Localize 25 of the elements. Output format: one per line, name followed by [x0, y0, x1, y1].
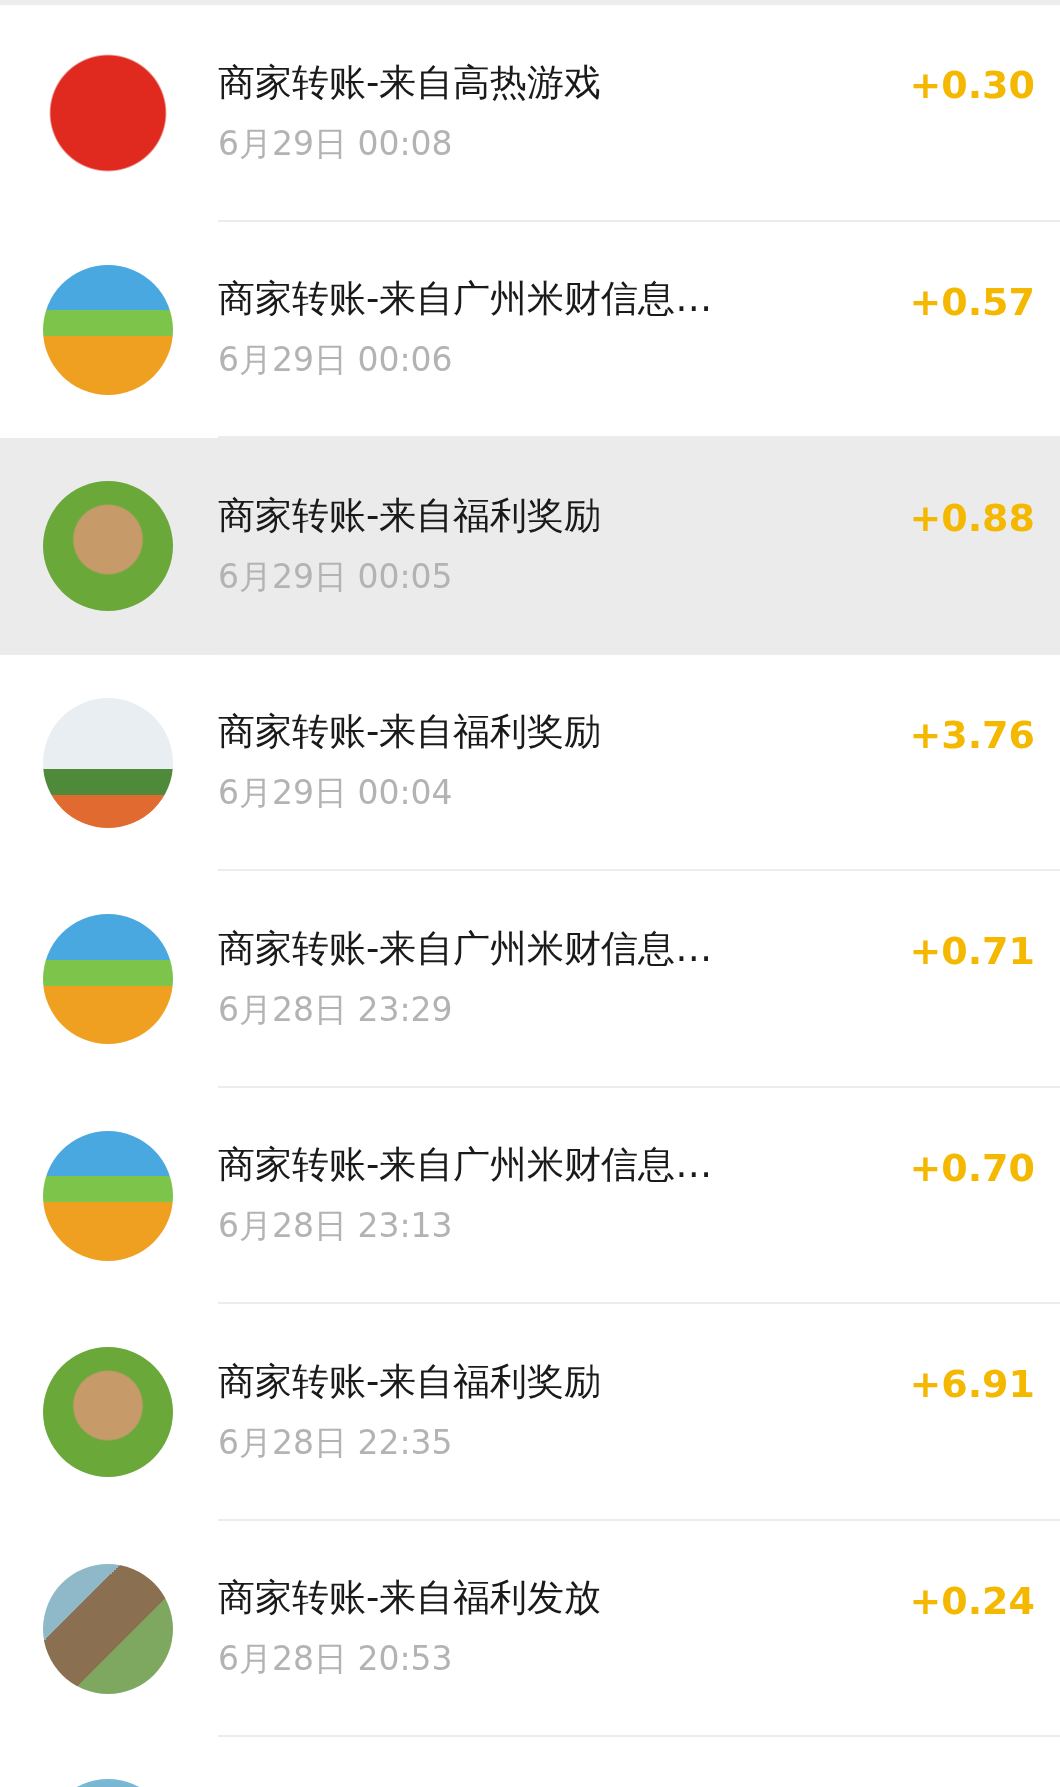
- transaction-amount: +0.88: [909, 496, 1035, 540]
- transaction-time: 6月28日 23:13: [218, 1205, 454, 1248]
- transaction-title: 商家转账-来自福利奖励: [218, 492, 602, 539]
- transaction-time: 6月29日 00:06: [218, 339, 454, 382]
- transaction-time: 6月28日 20:53: [218, 1638, 454, 1681]
- transaction-time: 6月29日 00:08: [218, 122, 454, 165]
- transaction-title: 商家转账-来自高热游戏: [218, 59, 602, 106]
- transaction-row[interactable]: 商家转账-来自福利奖励 6月29日 00:05 +0.88: [0, 438, 1060, 655]
- transaction-amount: +0.57: [909, 279, 1035, 324]
- transaction-time: 6月29日 00:05: [218, 555, 454, 598]
- transaction-title: 商家转账-来自福利发放: [218, 1575, 602, 1622]
- transaction-title: 商家转账-来自广州米财信息…: [218, 925, 713, 972]
- transaction-amount: +0.71: [909, 929, 1035, 973]
- transaction-amount: +0.24: [909, 1578, 1035, 1623]
- transaction-title: 商家转账-来自福利奖励: [218, 709, 602, 756]
- transaction-time: 6月28日 23:29: [218, 988, 454, 1031]
- transaction-amount: +3.76: [909, 712, 1035, 757]
- transaction-amount: +0.70: [909, 1145, 1035, 1190]
- transaction-amount: +6.91: [909, 1362, 1035, 1406]
- transaction-title: 商家转账-来自广州米财信息…: [218, 276, 713, 323]
- transaction-title: 商家转账-来自福利奖励: [218, 1358, 602, 1405]
- transaction-time: 6月29日 00:04: [218, 772, 454, 815]
- transaction-title: 商家转账-来自广州米财信息…: [218, 1142, 713, 1189]
- transaction-time: 6月28日 22:35: [218, 1421, 454, 1464]
- transaction-amount: +0.30: [909, 63, 1035, 107]
